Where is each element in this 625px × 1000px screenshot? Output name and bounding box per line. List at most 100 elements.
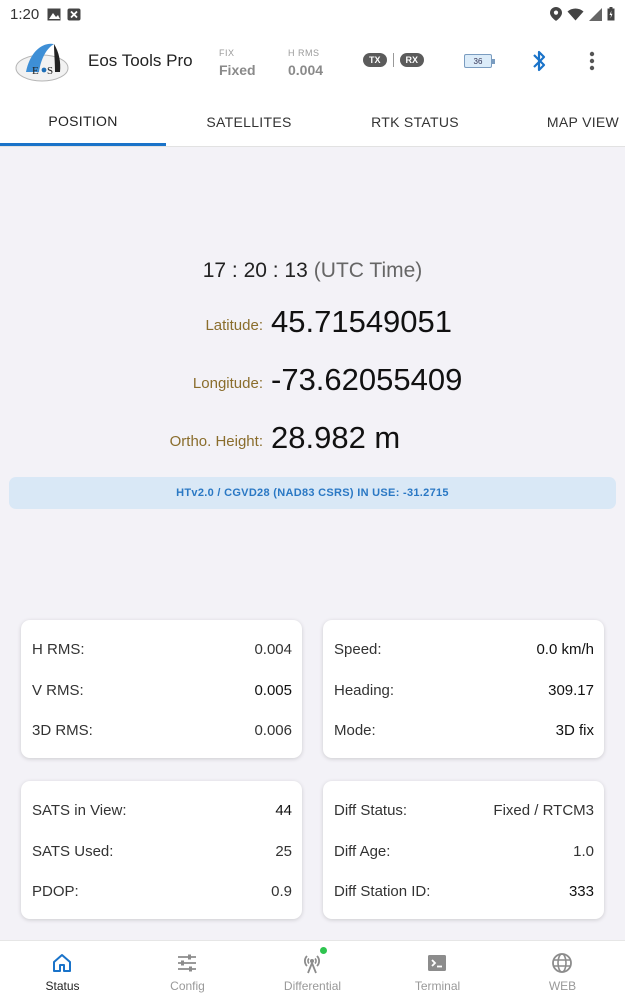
hrms-label: H RMS <box>288 48 320 58</box>
fix-value: Fixed <box>219 62 256 78</box>
row-label: Mode: <box>334 721 376 739</box>
height-row: Ortho. Height: 28.982 m <box>0 416 625 456</box>
antenna-icon <box>304 955 320 974</box>
latitude-row: Latitude: 45.71549051 <box>0 300 625 340</box>
row-value: 1.0 <box>573 842 594 860</box>
row-value: Fixed / RTCM3 <box>493 801 594 819</box>
nav-status[interactable]: Status <box>0 941 125 1000</box>
card-row: Diff Station ID: 333 <box>334 880 594 902</box>
bottom-nav: Status Config Differential Terminal WEB <box>0 940 625 1000</box>
card-row: Diff Age: 1.0 <box>334 840 594 862</box>
fix-label: FIX <box>219 48 235 58</box>
row-value: 0.9 <box>271 882 292 900</box>
row-label: V RMS: <box>32 681 84 699</box>
nav-differential[interactable]: Differential <box>250 941 375 1000</box>
sliders-icon <box>178 954 196 972</box>
card-row: Mode: 3D fix <box>334 719 594 741</box>
differential-card: Diff Status: Fixed / RTCM3 Diff Age: 1.0 D… <box>323 781 604 919</box>
tx-rx-indicator: TX RX <box>363 53 425 67</box>
card-row: Diff Status: Fixed / RTCM3 <box>334 799 594 821</box>
device-battery-level: 36 <box>473 56 483 66</box>
card-row: 3D RMS: 0.006 <box>32 719 292 741</box>
row-value: 0.006 <box>254 721 292 739</box>
card-row: V RMS: 0.005 <box>32 679 292 701</box>
row-label: SATS in View: <box>32 801 127 819</box>
hrms-indicator: H RMS 0.004 <box>288 48 323 78</box>
signal-icon <box>589 7 602 21</box>
row-label: H RMS: <box>32 640 85 658</box>
card-row: Speed: 0.0 km/h <box>334 638 594 660</box>
row-label: Diff Status: <box>334 801 408 819</box>
app-bar: E S Eos Tools Pro FIX Fixed H RMS 0.004 … <box>0 28 625 98</box>
row-label: Diff Age: <box>334 842 391 860</box>
card-row: SATS in View: 44 <box>32 799 292 821</box>
height-label: Ortho. Height: <box>169 433 263 450</box>
row-value: 3D fix <box>555 721 594 739</box>
tab-position[interactable]: POSITION <box>0 98 166 146</box>
rx-badge: RX <box>399 53 425 67</box>
row-label: Heading: <box>334 681 395 699</box>
latitude-label: Latitude: <box>205 317 263 334</box>
terminal-icon <box>428 955 446 971</box>
satellites-card: SATS in View: 44 SATS Used: 25 PDOP: 0.9 <box>21 781 302 919</box>
tx-rx-divider <box>392 53 394 67</box>
nav-terminal-label: Terminal <box>414 979 461 993</box>
longitude-row: Longitude: -73.62055409 <box>0 358 625 398</box>
nav-terminal[interactable]: Terminal <box>375 941 500 1000</box>
nav-config-label: Config <box>170 979 205 993</box>
height-value: 28.982 m <box>271 420 401 455</box>
tx-badge: TX <box>363 53 387 67</box>
card-row: Heading: 309.17 <box>334 679 594 701</box>
close-box-icon <box>67 8 81 20</box>
card-row: H RMS: 0.004 <box>32 638 292 660</box>
svg-text:E: E <box>32 65 39 77</box>
row-value: 0.005 <box>254 681 292 699</box>
tab-bar: POSITION SATELLITES RTK STATUS MAP VIEW <box>0 98 625 147</box>
longitude-label: Longitude: <box>192 375 263 392</box>
row-label: Diff Station ID: <box>334 882 431 900</box>
battery-icon <box>607 7 615 21</box>
tab-map-view[interactable]: MAP VIEW <box>498 98 625 146</box>
globe-icon <box>552 953 572 973</box>
more-vert-icon[interactable] <box>582 48 602 74</box>
motion-card: Speed: 0.0 km/h Heading: 309.17 Mode: 3D fi… <box>323 620 604 758</box>
app-logo: E S <box>15 43 69 82</box>
bluetooth-icon[interactable] <box>529 48 549 74</box>
latitude-value: 45.71549051 <box>271 304 453 339</box>
geoid-banner: HTv2.0 / CGVD28 (NAD83 CSRS) IN USE: -31… <box>9 477 616 509</box>
hrms-value: 0.004 <box>288 62 324 78</box>
image-icon <box>47 8 61 20</box>
row-value: 44 <box>275 801 292 819</box>
device-battery-indicator: 36 <box>464 54 495 68</box>
svg-text:S: S <box>47 65 53 77</box>
status-time: 1:20 <box>10 5 40 23</box>
location-icon <box>550 7 562 21</box>
row-label: SATS Used: <box>32 842 114 860</box>
wifi-icon <box>567 8 584 20</box>
app-title: Eos Tools Pro <box>88 51 193 70</box>
nav-web[interactable]: WEB <box>500 941 625 1000</box>
row-value: 309.17 <box>548 681 594 699</box>
home-icon <box>53 954 71 972</box>
rms-card: H RMS: 0.004 V RMS: 0.005 3D RMS: 0.006 <box>21 620 302 758</box>
longitude-value: -73.62055409 <box>271 362 463 397</box>
row-label: Speed: <box>334 640 382 658</box>
differential-status-dot <box>320 947 327 954</box>
nav-status-label: Status <box>45 979 80 993</box>
nav-differential-label: Differential <box>283 979 342 993</box>
tab-rtk-status[interactable]: RTK STATUS <box>332 98 498 146</box>
utc-time-zone: (UTC Time) <box>313 259 423 282</box>
tab-satellites[interactable]: SATELLITES <box>166 98 332 146</box>
status-bar: 1:20 <box>0 0 625 28</box>
row-value: 25 <box>275 842 292 860</box>
nav-config[interactable]: Config <box>125 941 250 1000</box>
card-row: SATS Used: 25 <box>32 840 292 862</box>
utc-time: 17 : 20 : 13 (UTC Time) <box>0 259 625 283</box>
utc-time-value: 17 : 20 : 13 <box>202 259 308 282</box>
row-label: 3D RMS: <box>32 721 93 739</box>
fix-indicator: FIX Fixed <box>219 48 256 78</box>
row-value: 0.0 km/h <box>536 640 594 658</box>
nav-web-label: WEB <box>548 979 577 993</box>
row-value: 0.004 <box>254 640 292 658</box>
row-label: PDOP: <box>32 882 79 900</box>
